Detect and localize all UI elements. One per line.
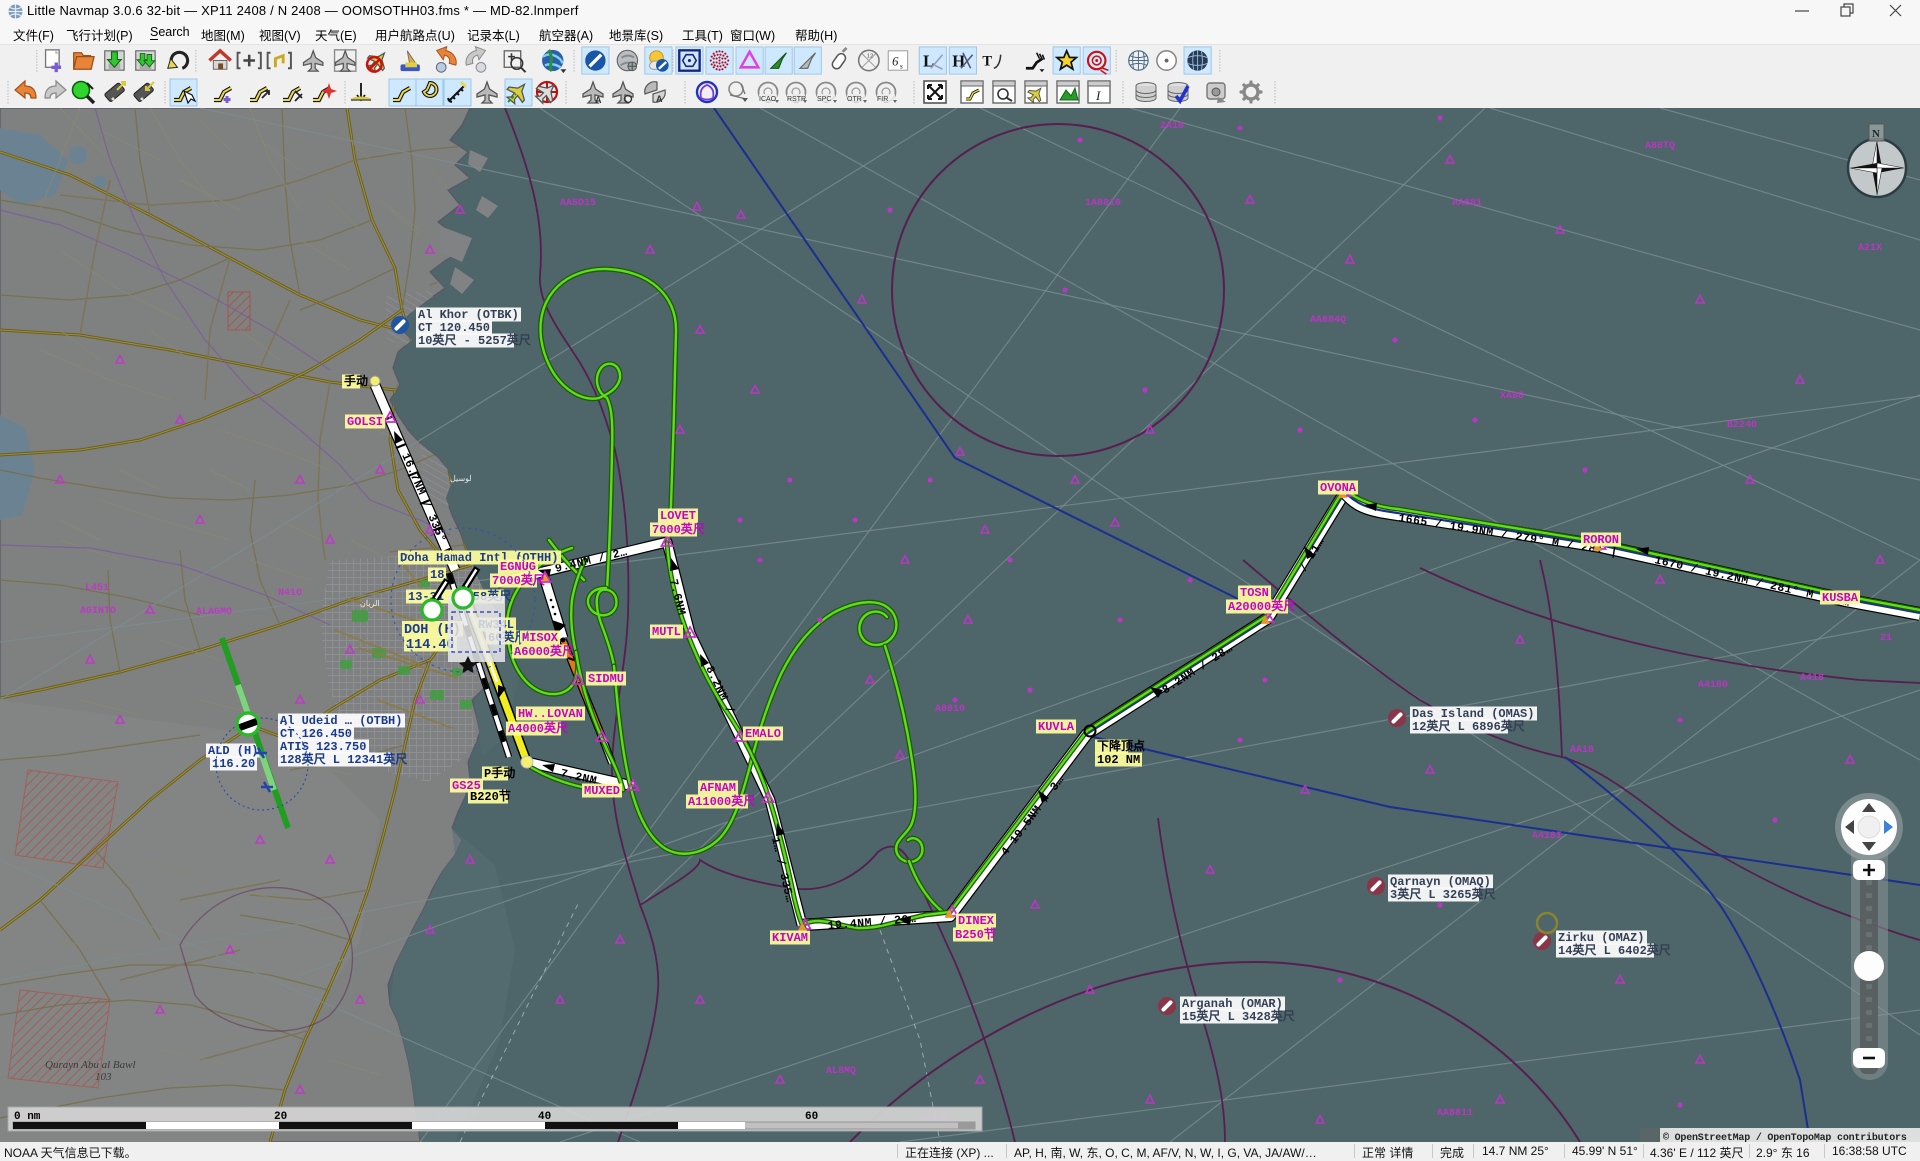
svg-text:AA18: AA18 <box>1570 745 1594 756</box>
svg-text:A6000英尺: A6000英尺 <box>514 643 574 659</box>
svg-text:102 NM: 102 NM <box>1097 753 1140 767</box>
svg-text:FIR: FIR <box>877 96 888 103</box>
svg-text:الريان: الريان <box>360 599 380 609</box>
svg-text:A418I: A418I <box>1532 831 1562 842</box>
svg-text:7000英尺: 7000英尺 <box>652 521 705 537</box>
svg-text:手动: 手动 <box>344 373 368 389</box>
svg-text:0 nm: 0 nm <box>14 1111 41 1123</box>
svg-text:CT 126.450: CT 126.450 <box>280 727 352 741</box>
svg-text:20: 20 <box>274 1111 287 1123</box>
svg-text:A: A <box>656 94 663 104</box>
svg-text:12英尺 L 6896英尺: 12英尺 L 6896英尺 <box>1412 718 1525 734</box>
svg-text:I: I <box>1095 88 1101 103</box>
svg-text:RORON: RORON <box>1583 533 1619 547</box>
svg-text:RSTR: RSTR <box>787 96 806 103</box>
svg-text:s: s <box>900 61 903 70</box>
svg-text:EGNUG: EGNUG <box>500 560 536 574</box>
svg-text:AA881: AA881 <box>1452 198 1482 209</box>
svg-text:15英尺 L 3428英尺: 15英尺 L 3428英尺 <box>1182 1008 1295 1024</box>
svg-text:A418: A418 <box>1800 673 1824 684</box>
svg-text:14英尺 L 6402英尺: 14英尺 L 6402英尺 <box>1558 942 1671 958</box>
svg-text:Das Island (OMAS): Das Island (OMAS) <box>1412 707 1534 721</box>
svg-text:B2240: B2240 <box>1727 420 1757 431</box>
svg-text:2A18: 2A18 <box>1160 121 1184 132</box>
svg-text:114.40: 114.40 <box>406 638 455 653</box>
svg-text:AA884Q: AA884Q <box>1310 315 1346 326</box>
svg-text:AL8MQ: AL8MQ <box>826 1066 856 1077</box>
svg-text:لوسيل: لوسيل <box>450 474 472 484</box>
svg-text:DINEX: DINEX <box>958 914 995 928</box>
svg-text:18: 18 <box>430 568 444 582</box>
svg-text:GOLSI: GOLSI <box>347 415 383 429</box>
svg-text:AFNAM: AFNAM <box>700 781 736 795</box>
svg-text:LOVET: LOVET <box>660 509 696 523</box>
svg-text:B220节: B220节 <box>470 788 511 804</box>
svg-text:ICAO: ICAO <box>759 96 777 103</box>
svg-text:Qarnayn (OMAQ): Qarnayn (OMAQ) <box>1390 875 1491 889</box>
svg-text:A4180: A4180 <box>1698 680 1728 691</box>
svg-text:AGINTO: AGINTO <box>80 606 116 617</box>
svg-text:Zirku (OMAZ): Zirku (OMAZ) <box>1558 931 1644 945</box>
svg-text:下降顶点: 下降顶点 <box>1097 738 1145 754</box>
svg-text:128英尺 L 12341英尺: 128英尺 L 12341英尺 <box>280 751 407 767</box>
svg-text:6: 6 <box>892 54 899 68</box>
svg-text:A8810: A8810 <box>935 704 965 715</box>
svg-text:HW..LOVAN: HW..LOVAN <box>518 707 583 721</box>
svg-text:T: T <box>982 53 992 69</box>
svg-text:KIVAM: KIVAM <box>772 931 808 945</box>
svg-text:SIDMU: SIDMU <box>588 672 624 686</box>
svg-text:60: 60 <box>805 1111 818 1123</box>
svg-text:Arganah (OMAR): Arganah (OMAR) <box>1182 997 1283 1011</box>
svg-text:MUXED: MUXED <box>584 784 620 798</box>
svg-text:A20000英尺: A20000英尺 <box>1228 598 1295 614</box>
svg-text:N: N <box>1872 128 1880 140</box>
svg-text:P手动: P手动 <box>484 765 515 781</box>
svg-text:B250节: B250节 <box>955 926 996 942</box>
svg-text:AASD15: AASD15 <box>560 198 596 209</box>
svg-text:A21X: A21X <box>1858 243 1882 254</box>
svg-text:L451: L451 <box>85 583 109 594</box>
svg-text:EMALO: EMALO <box>745 727 781 741</box>
svg-text:KUSBA: KUSBA <box>1822 591 1859 605</box>
svg-text:OVONA: OVONA <box>1320 481 1357 495</box>
svg-text:116.20: 116.20 <box>212 757 255 771</box>
svg-text:XA88: XA88 <box>1500 391 1524 402</box>
svg-text:ALAGMO: ALAGMO <box>196 607 232 618</box>
svg-text:AA8811: AA8811 <box>1437 1108 1473 1119</box>
svg-text:10英尺 - 5257英尺: 10英尺 - 5257英尺 <box>418 332 531 348</box>
svg-text:ALD (H): ALD (H) <box>208 744 258 758</box>
svg-text:Qurayn Abu al Bawl: Qurayn Abu al Bawl <box>45 1059 136 1071</box>
svg-text:Al Udeid … (OTBH): Al Udeid … (OTBH) <box>280 714 402 728</box>
svg-text:A88TQ: A88TQ <box>1645 141 1675 152</box>
svg-text:1A8810: 1A8810 <box>1085 198 1121 209</box>
svg-text:A: A <box>595 95 602 105</box>
svg-text:MUTL: MUTL <box>652 625 681 639</box>
svg-text:40: 40 <box>538 1111 551 1123</box>
svg-text:A11000英尺: A11000英尺 <box>688 793 755 809</box>
svg-text:N410: N410 <box>278 588 302 599</box>
svg-text:TOSN: TOSN <box>1240 586 1269 600</box>
svg-text:CT 120.450: CT 120.450 <box>418 321 490 335</box>
svg-text:© OpenStreetMap / OpenTopoMap: © OpenStreetMap / OpenTopoMap contributo… <box>1663 1132 1907 1142</box>
svg-text:OTR: OTR <box>847 96 862 103</box>
svg-text:Al Khor (OTBK): Al Khor (OTBK) <box>418 308 519 322</box>
svg-text:21: 21 <box>1880 633 1892 644</box>
svg-text:A4000英尺: A4000英尺 <box>508 720 568 736</box>
svg-text:SPC: SPC <box>817 96 831 103</box>
svg-text:ATIS 123.750: ATIS 123.750 <box>280 740 366 754</box>
svg-text:12: 12 <box>867 54 873 60</box>
svg-text:7000英尺: 7000英尺 <box>492 572 545 588</box>
svg-text:3英尺 L 3265英尺: 3英尺 L 3265英尺 <box>1390 886 1496 902</box>
svg-text:103: 103 <box>95 1071 112 1083</box>
svg-text:KUVLA: KUVLA <box>1038 720 1075 734</box>
